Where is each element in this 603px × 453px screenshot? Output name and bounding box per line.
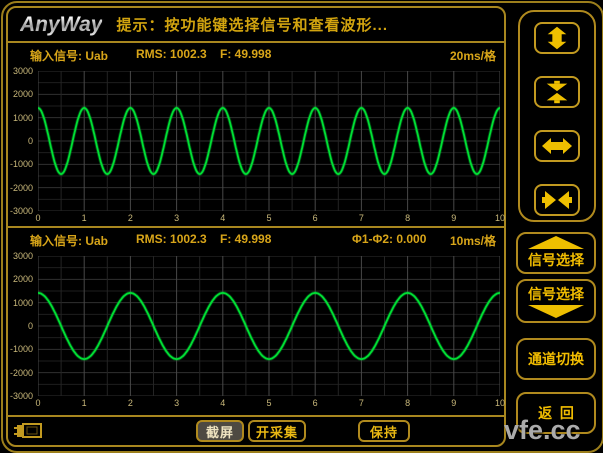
x-tick-label: 9 — [442, 213, 466, 223]
compress-horizontal-button[interactable] — [534, 184, 580, 216]
signal-select-label: 信号选择 — [528, 250, 584, 270]
x-tick-label: 0 — [26, 213, 50, 223]
y-tick-label: 1000 — [13, 113, 33, 123]
compress-vertical-icon — [543, 80, 571, 104]
rms-readout: RMS: 1002.3 — [136, 232, 207, 246]
screenshot-button[interactable]: 截屏 — [196, 420, 244, 442]
main-display-area: AnyWay 提示：按功能键选择信号和查看波形... 输入信号: Uab RMS… — [6, 6, 506, 447]
signal-select-down-button[interactable]: 信号选择 — [516, 279, 596, 323]
rms-readout: RMS: 1002.3 — [136, 47, 207, 61]
phase-readout: Φ1-Φ2: 0.000 — [352, 232, 426, 246]
plot-area-1 — [38, 71, 500, 211]
freq-value: 49.998 — [235, 232, 272, 246]
vfe-watermark: vfe.cc — [504, 415, 581, 446]
x-tick-label: 1 — [72, 213, 96, 223]
waveform-panel-1: 输入信号: Uab RMS: 1002.3 F: 49.998 20ms/格 3… — [8, 43, 504, 228]
signal-value: Uab — [85, 234, 108, 248]
x-axis-labels: 012345678910 — [38, 213, 500, 225]
freq-label: F: — [220, 232, 231, 246]
signal-select-up-button[interactable]: 信号选择 — [516, 232, 596, 274]
signal-label: 输入信号: Uab — [30, 47, 108, 64]
waveform-plot — [38, 71, 500, 211]
y-tick-label: 2000 — [13, 89, 33, 99]
expand-vertical-icon — [543, 26, 571, 50]
x-tick-label: 5 — [257, 398, 281, 408]
freq-readout: F: 49.998 — [220, 232, 271, 246]
freq-value: 49.998 — [235, 47, 272, 61]
anyway-logo: AnyWay — [20, 13, 102, 37]
y-tick-label: -1000 — [10, 159, 33, 169]
signal-value: Uab — [85, 49, 108, 63]
timebase-readout: 10ms/格 — [450, 232, 496, 249]
title-bar: AnyWay 提示：按功能键选择信号和查看波形... — [8, 8, 504, 43]
rms-label: RMS: — [136, 232, 167, 246]
compress-vertical-button[interactable] — [534, 76, 580, 108]
x-tick-label: 7 — [349, 398, 373, 408]
input-signal-label: 输入信号: — [30, 234, 82, 248]
x-tick-label: 8 — [396, 398, 420, 408]
y-tick-label: 3000 — [13, 251, 33, 261]
x-tick-label: 6 — [303, 398, 327, 408]
x-tick-label: 3 — [165, 213, 189, 223]
rms-value: 1002.3 — [170, 47, 207, 61]
freq-label: F: — [220, 47, 231, 61]
y-tick-label: 3000 — [13, 66, 33, 76]
x-tick-label: 2 — [118, 398, 142, 408]
x-tick-label: 1 — [72, 398, 96, 408]
hold-button[interactable]: 保持 — [358, 420, 410, 442]
y-tick-label: 2000 — [13, 274, 33, 284]
x-tick-label: 0 — [26, 398, 50, 408]
start-acquisition-button[interactable]: 开采集 — [248, 420, 306, 442]
x-tick-label: 7 — [349, 213, 373, 223]
signal-select-label: 信号选择 — [528, 284, 584, 304]
y-tick-label: -2000 — [10, 368, 33, 378]
channel-switch-button[interactable]: 通道切换 — [516, 338, 596, 380]
triangle-up-icon — [528, 236, 584, 249]
x-tick-label: 6 — [303, 213, 327, 223]
y-tick-label: 0 — [28, 321, 33, 331]
expand-vertical-button[interactable] — [534, 22, 580, 54]
bottom-bar: 截屏 开采集 保持 — [8, 419, 504, 445]
panel-1-header: 输入信号: Uab RMS: 1002.3 F: 49.998 20ms/格 — [8, 47, 504, 63]
expand-horizontal-icon — [542, 135, 572, 157]
input-signal-label: 输入信号: — [30, 49, 82, 63]
plot-area-2 — [38, 256, 500, 396]
x-tick-label: 10 — [488, 213, 512, 223]
x-tick-label: 2 — [118, 213, 142, 223]
signal-label: 输入信号: Uab — [30, 232, 108, 249]
freq-readout: F: 49.998 — [220, 47, 271, 61]
y-tick-label: 0 — [28, 136, 33, 146]
waveform-plot — [38, 256, 500, 396]
x-tick-label: 5 — [257, 213, 281, 223]
zoom-button-group — [518, 10, 596, 222]
triangle-down-icon — [528, 305, 584, 318]
x-tick-label: 8 — [396, 213, 420, 223]
x-tick-label: 4 — [211, 213, 235, 223]
hint-text: 提示：按功能键选择信号和查看波形... — [116, 14, 388, 35]
x-tick-label: 4 — [211, 398, 235, 408]
rms-value: 1002.3 — [170, 232, 207, 246]
x-tick-label: 10 — [488, 398, 512, 408]
battery-icon — [14, 422, 44, 440]
y-axis-labels: 3000200010000-1000-2000-3000 — [8, 71, 35, 211]
y-tick-label: -1000 — [10, 344, 33, 354]
timebase-readout: 20ms/格 — [450, 47, 496, 64]
channel-switch-label: 通道切换 — [528, 349, 584, 369]
y-axis-labels: 3000200010000-1000-2000-3000 — [8, 256, 35, 396]
x-axis-labels: 012345678910 — [38, 398, 500, 410]
compress-horizontal-icon — [542, 189, 572, 211]
panel-2-header: 输入信号: Uab RMS: 1002.3 F: 49.998 Φ1-Φ2: 0… — [8, 232, 504, 248]
expand-horizontal-button[interactable] — [534, 130, 580, 162]
y-tick-label: 1000 — [13, 298, 33, 308]
x-tick-label: 9 — [442, 398, 466, 408]
waveform-panel-2: 输入信号: Uab RMS: 1002.3 F: 49.998 Φ1-Φ2: 0… — [8, 228, 504, 417]
x-tick-label: 3 — [165, 398, 189, 408]
rms-label: RMS: — [136, 47, 167, 61]
y-tick-label: -2000 — [10, 183, 33, 193]
